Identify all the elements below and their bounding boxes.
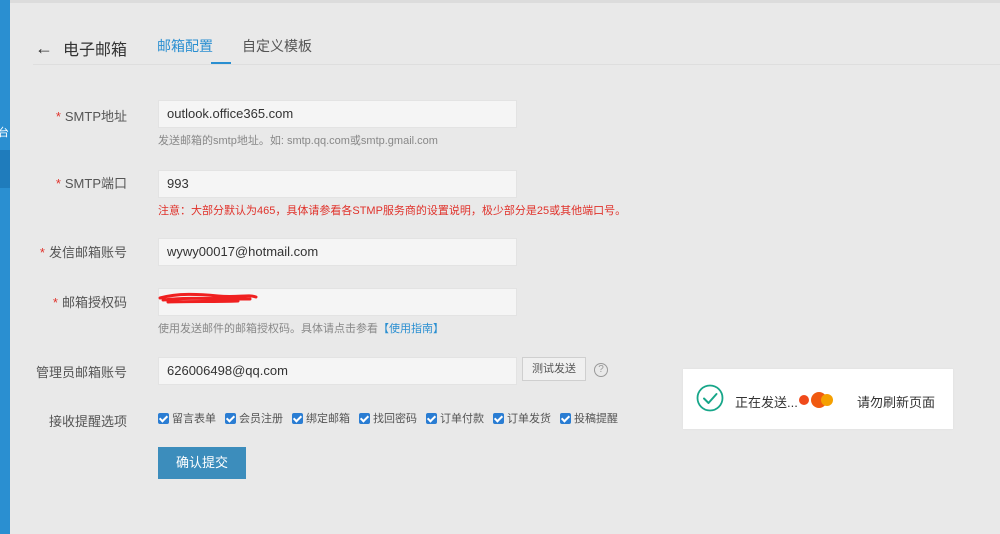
checkbox-checked-icon (292, 412, 303, 424)
required-mark: * (52, 295, 58, 310)
checkbox-message-form[interactable]: 留言表单 (158, 410, 216, 426)
do-not-refresh-text: 请勿刷新页面 (857, 395, 936, 410)
required-mark: * (55, 109, 61, 124)
loading-dots-icon (799, 392, 833, 408)
smtp-address-input[interactable]: outlook.office365.com (158, 100, 517, 128)
top-strip (10, 0, 1000, 3)
smtp-address-label: * SMTP地址 (55, 109, 127, 124)
back-arrow-icon: ← (35, 38, 53, 58)
checkbox-submission-reminder[interactable]: 投稿提醒 (560, 410, 618, 426)
checkbox-checked-icon (225, 412, 236, 424)
notify-options-group: 留言表单 会员注册 绑定邮箱 找回密码 订单付款 订单发货 投稿提醒 (158, 410, 627, 426)
sending-text: 正在发送... (735, 395, 798, 410)
test-send-button[interactable]: 测试发送 (522, 357, 586, 381)
checkbox-member-register[interactable]: 会员注册 (225, 410, 283, 426)
usage-guide-link[interactable]: 【使用指南】 (378, 323, 444, 335)
help-icon[interactable]: ? (594, 363, 608, 377)
smtp-port-input[interactable]: 993 (158, 170, 517, 198)
admin-account-label: 管理员邮箱账号 (35, 365, 127, 380)
back-button[interactable]: ← 电子邮箱 (35, 36, 127, 60)
sender-account-label: * 发信邮箱账号 (39, 245, 127, 260)
smtp-port-warning: 注意：大部分默认为465，具体请参看各STMP服务商的设置说明，极少部分是25或… (158, 205, 627, 217)
checkbox-checked-icon (560, 412, 571, 424)
sending-toast: 正在发送... 请勿刷新页面 (683, 369, 953, 429)
required-mark: * (55, 176, 61, 191)
checkbox-bind-email[interactable]: 绑定邮箱 (292, 410, 350, 426)
smtp-port-label: * SMTP端口 (55, 176, 127, 191)
page-header: ← 电子邮箱 邮箱配置 自定义模板 (35, 24, 1000, 66)
required-mark: * (39, 245, 45, 260)
sender-account-input[interactable]: wywy00017@hotmail.com (158, 238, 517, 266)
notify-options-label: 接收提醒选项 (48, 414, 127, 429)
checkbox-checked-icon (493, 412, 504, 424)
checkbox-checked-icon (359, 412, 370, 424)
sidebar-active-item[interactable] (0, 150, 10, 188)
tab-mailbox-config[interactable]: 邮箱配置 (157, 36, 213, 56)
auth-code-hint: 使用发送邮件的邮箱授权码。具体请点击参看【使用指南】 (158, 323, 444, 335)
check-circle-icon (696, 384, 724, 412)
header-divider (33, 64, 1000, 65)
checkbox-checked-icon (158, 412, 169, 424)
tab-custom-template[interactable]: 自定义模板 (242, 36, 312, 56)
smtp-address-hint: 发送邮箱的smtp地址。如: smtp.qq.com或smtp.gmail.co… (158, 135, 438, 147)
admin-account-input[interactable]: 626006498@qq.com (158, 357, 517, 385)
submit-button[interactable]: 确认提交 (158, 447, 246, 479)
auth-code-label: * 邮箱授权码 (52, 295, 127, 310)
checkbox-checked-icon (426, 412, 437, 424)
checkbox-order-payment[interactable]: 订单付款 (426, 410, 484, 426)
checkbox-recover-password[interactable]: 找回密码 (359, 410, 417, 426)
page-title: 电子邮箱 (63, 42, 128, 59)
redaction-scribble (158, 292, 258, 304)
left-sidebar: 台 (0, 0, 10, 534)
sidebar-fragment-text: 台 (0, 127, 9, 139)
checkbox-order-shipped[interactable]: 订单发货 (493, 410, 551, 426)
